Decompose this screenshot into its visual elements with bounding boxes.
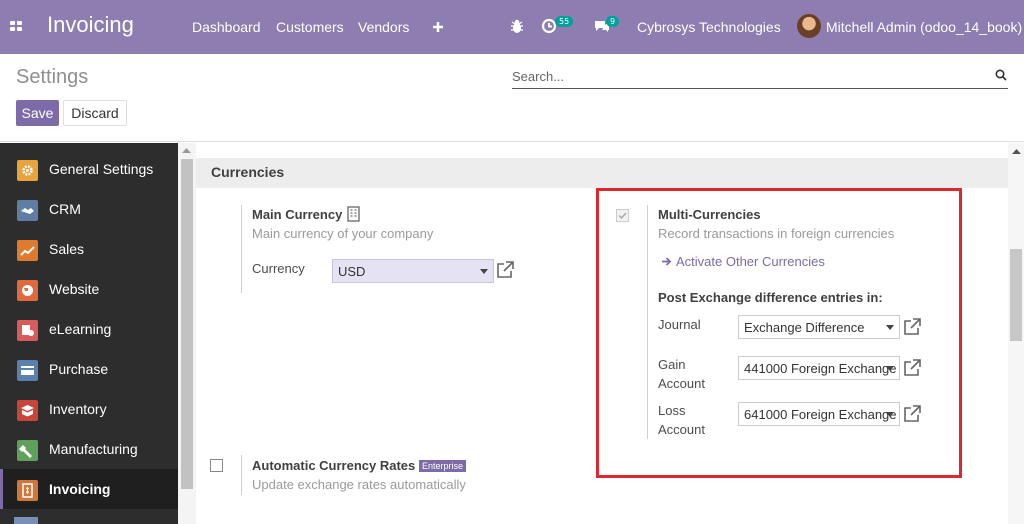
activity-count-badge: 55 — [555, 16, 574, 27]
sidebar-scrollbar-thumb[interactable] — [181, 159, 193, 489]
search-input[interactable] — [512, 64, 1008, 89]
menu-customers[interactable]: Customers — [276, 19, 344, 35]
sidebar-item-inventory[interactable]: Inventory — [0, 389, 178, 429]
control-panel: Settings Save Discard — [0, 54, 1024, 142]
elearning-icon — [17, 320, 38, 341]
plus-icon[interactable] — [432, 21, 444, 33]
scroll-up-arrow-icon[interactable] — [182, 147, 191, 153]
sidebar-scrollbar[interactable] — [178, 143, 196, 524]
sidebar-item-purchase[interactable]: Purchase — [0, 349, 178, 389]
currency-select[interactable]: USD — [332, 259, 494, 283]
external-link-icon[interactable] — [496, 261, 514, 279]
auto-currency-rates-checkbox[interactable] — [210, 459, 223, 472]
menu-dashboard[interactable]: Dashboard — [192, 19, 261, 35]
invoice-icon — [17, 480, 38, 501]
purchase-icon — [17, 360, 38, 381]
message-count-badge: 9 — [606, 16, 620, 27]
sidebar-item-elearning[interactable]: eLearning — [0, 309, 178, 349]
top-navbar: Invoicing Dashboard Customers Vendors 55… — [0, 0, 1024, 54]
company-switcher[interactable]: Cybrosys Technologies — [637, 19, 781, 35]
sidebar-item-label: CRM — [49, 201, 81, 217]
sidebar-item-website[interactable]: Website — [0, 269, 178, 309]
bug-icon[interactable] — [510, 19, 524, 34]
sidebar-item-label: Inventory — [49, 401, 107, 417]
chevron-down-icon — [480, 269, 488, 274]
sidebar-item-manufacturing[interactable]: Manufacturing — [0, 429, 178, 469]
menu-vendors[interactable]: Vendors — [358, 19, 409, 35]
page-title: Settings — [16, 66, 89, 88]
user-menu[interactable]: Mitchell Admin (odoo_14_book) — [826, 19, 1022, 35]
sidebar-item-crm[interactable]: CRM — [0, 189, 178, 229]
currency-field-label: Currency — [252, 261, 305, 276]
app-title[interactable]: Invoicing — [47, 12, 134, 38]
sidebar-item-label: Purchase — [49, 361, 109, 377]
main-currency-help: Main currency of your company — [252, 226, 434, 241]
sidebar-item-label: eLearning — [49, 321, 112, 337]
sidebar-item-label: Invoicing — [49, 481, 111, 497]
chart-icon — [17, 240, 38, 261]
divider — [241, 205, 242, 293]
auto-rates-help: Update exchange rates automatically — [252, 477, 466, 492]
highlight-box — [596, 188, 962, 478]
building-icon — [347, 206, 360, 222]
sidebar-item-label: Website — [49, 281, 100, 297]
sidebar-item-sales[interactable]: Sales — [0, 229, 178, 269]
globe-icon — [17, 280, 38, 301]
sidebar-item-label: Sales — [49, 241, 85, 257]
save-button[interactable]: Save — [16, 100, 59, 126]
main-currency-title: Main Currency — [252, 207, 343, 222]
gear-icon — [17, 160, 38, 181]
avatar[interactable] — [797, 14, 821, 38]
section-title: Currencies — [211, 164, 285, 180]
content-scrollbar-thumb[interactable] — [1010, 249, 1022, 341]
sidebar-item-label: General Settings — [49, 161, 154, 177]
divider — [241, 455, 242, 495]
enterprise-badge: Enterprise — [419, 460, 467, 472]
handshake-icon — [17, 200, 38, 221]
search-icon[interactable] — [995, 69, 1007, 81]
content-scrollbar[interactable] — [1008, 143, 1024, 524]
currency-select-value: USD — [338, 264, 366, 279]
sidebar-item-invoicing[interactable]: Invoicing — [0, 469, 178, 509]
scroll-up-arrow-icon[interactable] — [1012, 148, 1021, 154]
currencies-section-header: Currencies — [196, 158, 1008, 188]
auto-rates-title: Automatic Currency Rates — [252, 458, 416, 473]
sidebar-item-general-settings[interactable]: General Settings — [0, 149, 178, 189]
settings-sidebar: General Settings CRM Sales Website eLear… — [0, 143, 178, 524]
box-icon — [17, 400, 38, 421]
sidebar-next-item-icon — [14, 517, 38, 524]
discard-button[interactable]: Discard — [63, 100, 127, 126]
apps-menu-icon[interactable] — [10, 21, 23, 33]
sidebar-item-label: Manufacturing — [49, 441, 138, 457]
wrench-icon — [17, 440, 38, 461]
